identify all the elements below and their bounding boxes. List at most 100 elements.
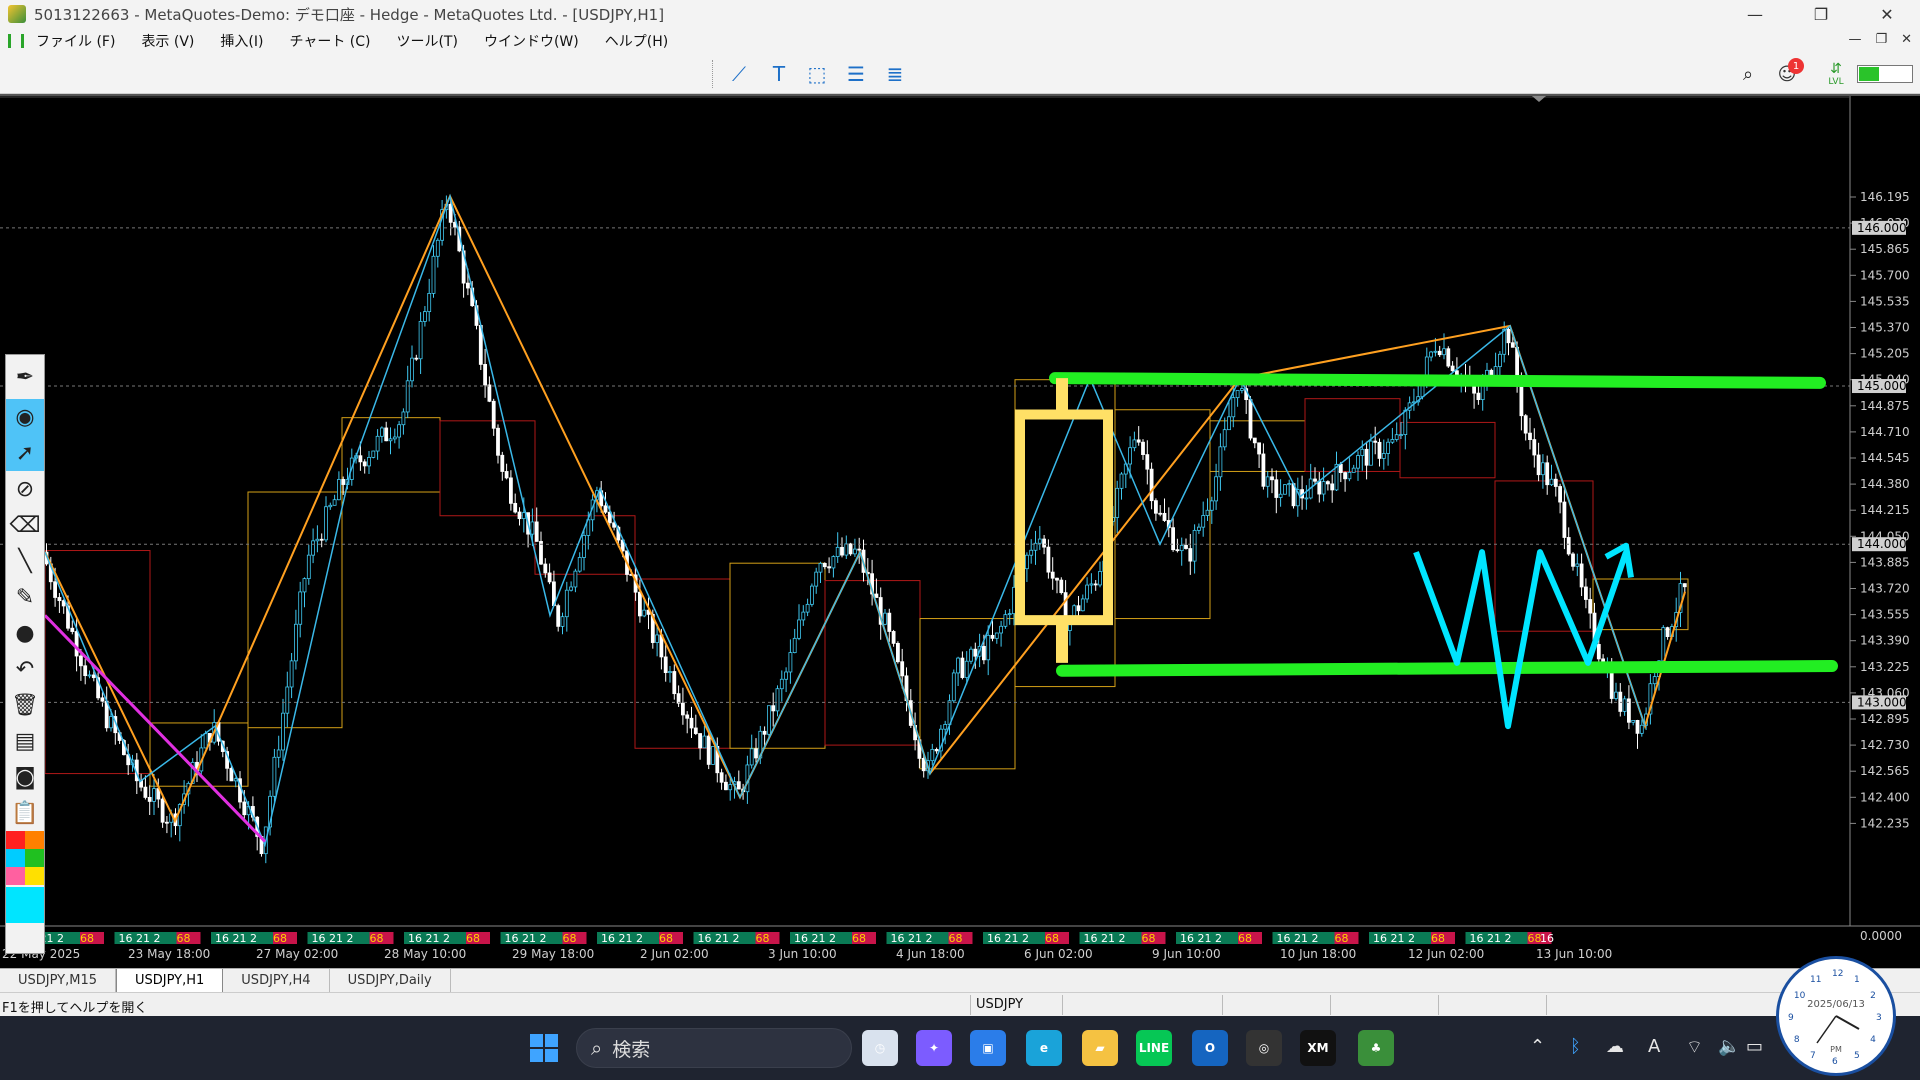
price-tick-label: 144.215 [1860,503,1910,517]
signal-level-icon[interactable]: ⇵ LVL [1824,61,1848,87]
time-tick-label: 10 Jun 18:00 [1280,947,1356,961]
eraser-icon[interactable]: ⌫ [6,507,44,543]
fibonacci-fan-icon[interactable]: ☰ [843,62,869,86]
menu-chart[interactable]: チャート (C) [289,31,370,51]
cursor-icon[interactable]: ➚ [6,435,44,471]
minimize-button[interactable]: — [1722,0,1788,28]
store-icon[interactable]: ▣ [970,1030,1006,1066]
candle-body [883,612,887,625]
metatrader-icon[interactable]: ♣ [1358,1030,1394,1066]
fibonacci-retracement-icon[interactable]: ≣ [882,62,908,86]
menu-file[interactable]: ファイル (F) [36,31,115,51]
candle-body [1085,584,1089,600]
chart-menu-icon[interactable] [8,34,24,48]
child-restore-button[interactable]: ❐ [1875,32,1887,47]
line-icon[interactable]: ╲ [6,543,44,579]
line-app-icon[interactable]: LINE [1136,1030,1172,1066]
volume-muted-icon[interactable]: 🔈 [1718,1036,1740,1057]
tab-usdjpy-h1[interactable]: USDJPY,H1 [116,968,224,993]
tab-usdjpy-h4[interactable]: USDJPY,H4 [223,968,330,993]
current-color-swatch[interactable] [6,887,44,923]
candle-body [1175,549,1180,552]
lasso-icon[interactable]: ⊘ [6,471,44,507]
chevron-up-icon[interactable]: ⌃ [1530,1036,1545,1057]
time-tick-label: 29 May 18:00 [512,947,594,961]
battery-icon[interactable]: ▭ [1746,1036,1763,1057]
price-chart[interactable]: 146.195146.030145.865145.700145.535145.3… [0,96,1920,970]
clock-numeral: 9 [1788,1013,1794,1023]
candle-body [1506,328,1511,344]
rectangle-tool-icon[interactable]: ⬚ [804,62,830,86]
candle-body [1007,613,1012,616]
candle-body [534,521,539,542]
color-swatch[interactable] [25,831,44,849]
tab-usdjpy-m15[interactable]: USDJPY,M15 [0,968,116,993]
tab-usdjpy-daily[interactable]: USDJPY,Daily [330,968,451,993]
session-label: 16 21 2 [794,932,836,945]
candle-body [1519,383,1524,417]
menu-view[interactable]: 表示 (V) [141,31,194,51]
clock-hour-hand [1835,1015,1860,1030]
close-button[interactable]: ✕ [1854,0,1920,28]
color-swatch[interactable] [6,831,25,849]
bluetooth-icon[interactable]: ᛒ [1570,1036,1581,1057]
candle-body [1351,467,1356,473]
search-icon[interactable]: ⌕ [1736,62,1760,86]
status-divider [1330,995,1331,1015]
chart-area[interactable]: 146.195146.030145.865145.700145.535145.3… [0,94,1920,968]
taskbar-search[interactable]: ⌕ 検索 [576,1028,852,1068]
menu-insert[interactable]: 挿入(I) [220,31,263,51]
menu-window[interactable]: ウインドウ(W) [484,31,579,51]
child-minimize-button[interactable]: — [1848,32,1861,47]
ime-icon[interactable]: A [1648,1036,1660,1057]
notifications-icon[interactable]: ☺ 1 [1776,58,1804,86]
eye-icon[interactable]: ◉ [6,399,44,435]
dot-icon[interactable]: ● [6,615,44,651]
price-tick-label: 142.565 [1860,764,1910,778]
color-swatch[interactable] [25,849,44,867]
maximize-button[interactable]: ❐ [1788,0,1854,28]
candle-body [973,648,978,657]
candle-body [1128,447,1132,465]
color-swatch[interactable] [6,849,25,867]
candle-body [1321,481,1326,495]
clock-numeral: 12 [1832,969,1843,979]
copilot-icon[interactable]: ✦ [916,1030,952,1066]
price-tick-label: 142.235 [1860,816,1910,830]
candle-body [336,479,341,501]
menu-tools[interactable]: ツール(T) [396,31,457,51]
trash-icon[interactable]: 🗑 [6,687,44,723]
marker-icon[interactable]: ✎ [6,579,44,615]
candle-body [431,255,436,294]
trend-line-icon[interactable]: ⟋ [726,62,752,86]
price-tick-label: 142.730 [1860,738,1910,752]
candle-body [810,585,814,605]
outlook-icon[interactable]: O [1192,1030,1228,1066]
start-button[interactable] [526,1030,562,1066]
clock-app-icon[interactable]: ◷ [862,1030,898,1066]
pen-icon[interactable]: ✒ [6,355,44,399]
text-tool-icon[interactable]: T [766,62,792,86]
color-swatch[interactable] [6,867,25,885]
menu-help[interactable]: ヘルプ(H) [605,31,668,51]
candle-body [779,678,784,690]
camera-icon[interactable]: ◙ [6,759,44,795]
child-close-button[interactable]: ✕ [1901,32,1912,47]
edge-icon[interactable]: e [1026,1030,1062,1066]
time-tick-label: 9 Jun 10:00 [1152,947,1221,961]
vpn-app-icon[interactable]: ◎ [1246,1030,1282,1066]
candle-body [711,746,715,765]
candle-body [792,637,797,654]
candle-body [79,655,83,667]
undo-icon[interactable]: ↶ [6,651,44,687]
candle-body [698,733,702,749]
file-explorer-icon[interactable]: ▰ [1082,1030,1118,1066]
cloud-icon[interactable]: ☁ [1606,1036,1624,1057]
wifi-icon[interactable]: ⌔ [1686,1036,1703,1059]
candle-body [1326,481,1330,485]
xm-app-icon[interactable]: XM [1300,1030,1336,1066]
color-swatch[interactable] [25,867,44,885]
board-icon[interactable]: ▤ [6,723,44,759]
clipboard-icon[interactable]: 📋 [6,795,44,831]
candle-body [1399,434,1403,436]
